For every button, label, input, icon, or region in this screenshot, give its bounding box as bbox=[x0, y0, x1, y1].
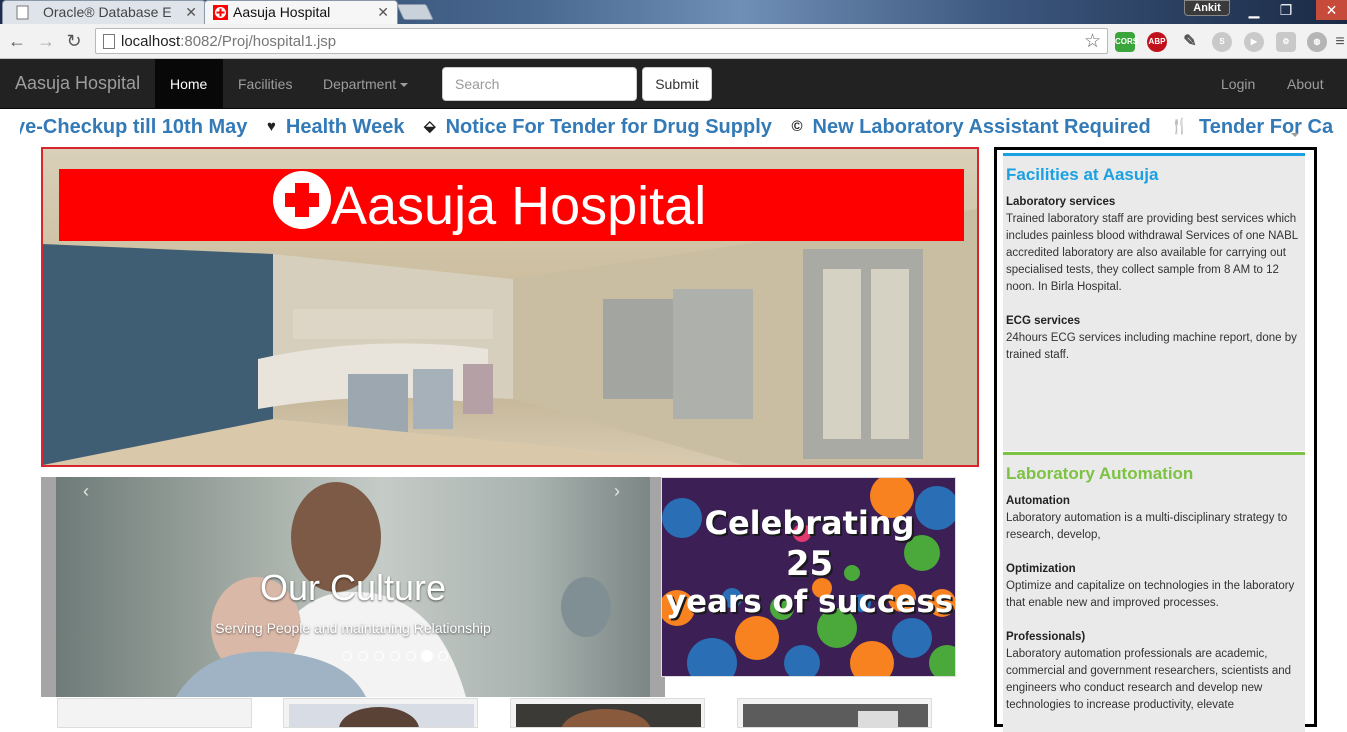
browser-tab-strip: Oracle® Database E ✕ Aasuja Hospital ✕ A… bbox=[0, 0, 1347, 24]
entry-title: ECG services bbox=[1006, 315, 1081, 327]
back-icon[interactable]: ← bbox=[6, 30, 28, 52]
skype-extension-icon[interactable]: S bbox=[1212, 32, 1232, 52]
forward-icon[interactable]: → bbox=[35, 30, 57, 52]
facilities-panel: Facilities at Aasuja Laboratory services… bbox=[1003, 153, 1305, 451]
entry-text: Laboratory automation professionals are … bbox=[1006, 648, 1292, 711]
chrome-menu-icon[interactable]: ≡ bbox=[1333, 32, 1347, 52]
carousel-indicator[interactable] bbox=[342, 651, 352, 661]
entry-text: Trained laboratory staff are providing b… bbox=[1006, 213, 1298, 293]
carousel-prev-icon[interactable]: ‹ bbox=[83, 481, 89, 502]
nav-department-label: Department bbox=[323, 76, 397, 92]
entry-title: Laboratory services bbox=[1006, 196, 1116, 208]
automation-panel: Laboratory Automation Automation Laborat… bbox=[1003, 452, 1305, 732]
nav-facilities[interactable]: Facilities bbox=[223, 59, 307, 109]
close-tab-icon[interactable]: ✕ bbox=[377, 4, 389, 21]
settings-extension-icon[interactable]: ⚙ bbox=[1276, 32, 1296, 52]
page-icon bbox=[103, 34, 115, 49]
nav-department-dropdown[interactable]: Department bbox=[308, 59, 423, 109]
entry-title: Optimization bbox=[1006, 563, 1076, 575]
celebration-line-1: Celebrating bbox=[704, 504, 915, 542]
chat-extension-icon[interactable]: ▶ bbox=[1244, 32, 1264, 52]
medical-cross-icon bbox=[273, 171, 331, 229]
close-tab-icon[interactable]: ✕ bbox=[185, 4, 197, 21]
nav-home[interactable]: Home bbox=[155, 59, 223, 109]
automation-body: Automation Laboratory automation is a mu… bbox=[1003, 493, 1305, 714]
info-sidebar: Facilities at Aasuja Laboratory services… bbox=[994, 147, 1317, 732]
globe-extension-icon[interactable]: ◍ bbox=[1307, 32, 1327, 52]
hospital-favicon-icon bbox=[213, 5, 228, 20]
carousel-indicator[interactable] bbox=[358, 651, 368, 661]
nav-about-label: About bbox=[1287, 76, 1324, 92]
carousel-indicator[interactable] bbox=[406, 651, 416, 661]
page-icon bbox=[16, 5, 29, 20]
marquee-item[interactable]: Notice For Tender for Drug Supply bbox=[446, 116, 772, 139]
marquee-item[interactable]: New Laboratory Assistant Required bbox=[813, 116, 1151, 139]
search-input[interactable] bbox=[442, 67, 637, 101]
carousel-indicator[interactable] bbox=[390, 651, 400, 661]
tab-aasuja-hospital[interactable]: Aasuja Hospital ✕ bbox=[204, 0, 398, 24]
chevron-down-icon bbox=[400, 83, 409, 88]
profile-badge[interactable]: Ankit bbox=[1184, 0, 1230, 16]
carousel-indicator[interactable] bbox=[374, 651, 384, 661]
bookmark-star-icon[interactable]: ☆ bbox=[1084, 30, 1101, 53]
celebration-line-2: 25 bbox=[785, 544, 834, 584]
nav-login[interactable]: Login bbox=[1206, 59, 1270, 109]
facilities-body: Laboratory services Trained laboratory s… bbox=[1003, 194, 1305, 364]
banner-title-bar: Aasuja Hospital bbox=[59, 169, 964, 241]
entry-text: Laboratory automation is a multi-discipl… bbox=[1006, 512, 1288, 541]
tab-title: Oracle® Database E bbox=[43, 4, 172, 20]
reload-icon[interactable]: ↻ bbox=[63, 30, 85, 52]
thumbnail-card[interactable] bbox=[510, 698, 705, 728]
minimize-icon[interactable]: ▁ bbox=[1240, 0, 1268, 20]
tab-title: Aasuja Hospital bbox=[233, 4, 331, 20]
copyright-icon: © bbox=[791, 118, 803, 135]
url-text: localhost:8082/Proj/hospital1.jsp bbox=[121, 33, 337, 50]
close-window-icon[interactable]: ✕ bbox=[1316, 0, 1347, 20]
facilities-heading: Facilities at Aasuja bbox=[1006, 165, 1159, 184]
thumbnail-card[interactable] bbox=[57, 698, 252, 728]
cutlery-icon: 🍴 bbox=[1170, 118, 1189, 135]
news-marquee: ye-Checkup till 10th May ♥ Health Week ⬙ N… bbox=[20, 113, 1347, 143]
thumbnail-card[interactable] bbox=[283, 698, 478, 728]
eyedropper-extension-icon[interactable]: ✎ bbox=[1180, 32, 1200, 52]
submit-button[interactable]: Submit bbox=[642, 67, 712, 101]
adblock-extension-icon[interactable]: ABP bbox=[1147, 32, 1167, 52]
site-navbar: Aasuja Hospital Home Facilities Departme… bbox=[0, 59, 1347, 138]
banner-title: Aasuja Hospital bbox=[331, 176, 707, 236]
entry-title: Automation bbox=[1006, 495, 1070, 507]
marquee-item[interactable]: ye-Checkup till 10th May bbox=[20, 116, 247, 139]
entry-title: Professionals) bbox=[1006, 631, 1086, 643]
carousel-caption-title: Our Culture bbox=[259, 567, 447, 608]
thumbnail-card[interactable] bbox=[737, 698, 932, 728]
tab-oracle-docs[interactable]: Oracle® Database E ✕ bbox=[2, 0, 206, 24]
carousel-indicator-active[interactable] bbox=[421, 650, 433, 662]
carousel-next-icon[interactable]: › bbox=[614, 481, 620, 502]
automation-heading: Laboratory Automation bbox=[1006, 464, 1194, 483]
heart-icon: ♥ bbox=[266, 118, 276, 135]
culture-carousel: ‹ › Our Culture Serving People and maint… bbox=[41, 477, 665, 697]
celebration-image: Celebrating 25 years of success bbox=[661, 477, 956, 677]
restore-icon[interactable]: ❐ bbox=[1272, 0, 1300, 20]
marquee-item[interactable]: Health Week bbox=[286, 116, 405, 139]
entry-text: 24hours ECG services including machine r… bbox=[1006, 332, 1297, 361]
cors-extension-icon[interactable]: CORS bbox=[1115, 32, 1138, 52]
site-brand[interactable]: Aasuja Hospital bbox=[15, 73, 140, 94]
marquee-item[interactable]: Tender For Ca bbox=[1199, 116, 1333, 139]
nav-about-dropdown[interactable]: About bbox=[1272, 59, 1347, 138]
address-bar[interactable]: localhost:8082/Proj/hospital1.jsp ☆ bbox=[95, 28, 1108, 54]
carousel-caption-subtitle: Serving People and maintaning Relationsh… bbox=[215, 620, 491, 636]
dropper-icon: ⬙ bbox=[424, 118, 436, 135]
browser-toolbar: ← → ↻ localhost:8082/Proj/hospital1.jsp … bbox=[0, 24, 1347, 59]
hospital-banner: Aasuja Hospital bbox=[41, 147, 979, 467]
carousel-indicator[interactable] bbox=[438, 651, 448, 661]
celebration-line-3: years of success bbox=[665, 584, 954, 620]
entry-text: Optimize and capitalize on technologies … bbox=[1006, 580, 1295, 609]
